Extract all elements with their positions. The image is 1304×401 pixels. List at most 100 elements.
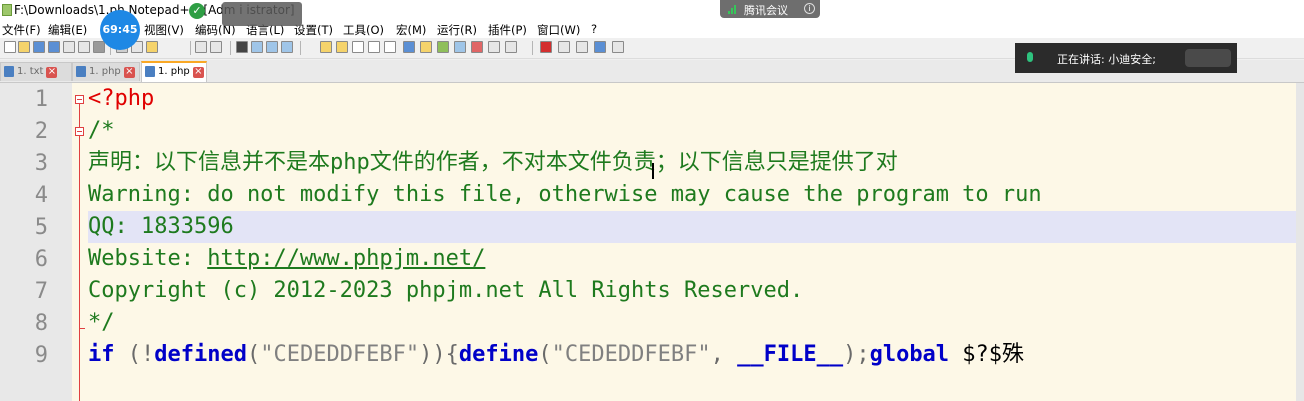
code-line-3: 声明：以下信息并不是本php文件的作者，不对本文件负责；以下信息只是提供了对 xyxy=(88,150,898,175)
fold-toggle-icon[interactable] xyxy=(75,95,84,104)
keyword-file-constant: __FILE__ xyxy=(737,342,844,367)
replace-icon[interactable] xyxy=(251,41,263,53)
code-line-9: if (!defined("CEDEDDFEBF")){define("CEDE… xyxy=(88,339,1024,371)
code-line-5: QQ: 1833596 xyxy=(88,214,234,239)
file-icon xyxy=(4,66,14,77)
word-wrap-icon[interactable] xyxy=(352,41,364,53)
toolbar-separator xyxy=(190,41,191,55)
line-number: 3 xyxy=(34,151,48,176)
check-icon: ✓ xyxy=(189,3,205,19)
record-icon[interactable] xyxy=(471,41,483,53)
print-icon[interactable] xyxy=(93,41,105,53)
keyword-define: define xyxy=(458,342,539,367)
code-line-6: Website: http://www.phpjm.net/ xyxy=(88,243,485,275)
code-editor[interactable]: 1 2 3 4 5 6 7 8 9 <?php /* 声明：以下信息并不是本ph… xyxy=(0,83,1304,401)
fold-toggle-icon[interactable] xyxy=(75,127,84,136)
tab-label: 1. php xyxy=(89,66,121,77)
vertical-scrollbar[interactable] xyxy=(1296,83,1304,401)
toolbar-separator xyxy=(300,41,301,55)
menu-view[interactable]: 视图(V) xyxy=(144,22,184,38)
macro-stop-icon[interactable] xyxy=(558,41,570,53)
zoom-out-icon[interactable] xyxy=(281,41,293,53)
paste-icon[interactable] xyxy=(146,41,158,53)
function-list-icon[interactable] xyxy=(420,41,432,53)
open-file-icon[interactable] xyxy=(18,41,30,53)
tab-php-1[interactable]: 1. php × xyxy=(72,62,140,81)
recording-timer: 69:45 xyxy=(100,10,140,50)
keyword-global: global xyxy=(869,342,950,367)
new-file-icon[interactable] xyxy=(4,41,16,53)
website-label: Website: xyxy=(88,246,208,271)
keyword-defined: defined xyxy=(154,342,247,367)
menu-plugins[interactable]: 插件(P) xyxy=(488,22,527,38)
menu-file[interactable]: 文件(F) xyxy=(2,22,41,38)
indent-guide-icon[interactable] xyxy=(384,41,396,53)
signal-icon xyxy=(728,5,738,14)
line-number: 6 xyxy=(34,247,48,272)
file-icon xyxy=(145,66,155,77)
menu-tools[interactable]: 工具(O) xyxy=(343,22,384,38)
menu-bar: 文件(F) 编辑(E) 视图(V) 编码(N) 语言(L) 设置(T) 工具(O… xyxy=(0,20,1304,38)
string-literal: "CEDEDDFEBF" xyxy=(260,342,420,367)
website-link[interactable]: http://www.phpjm.net/ xyxy=(207,246,485,271)
speaking-banner: 正在讲话: 小迪安全; xyxy=(1015,43,1237,73)
close-tab-icon[interactable]: × xyxy=(46,67,58,78)
folder-workspace-icon[interactable] xyxy=(437,41,449,53)
menu-edit[interactable]: 编辑(E) xyxy=(48,22,87,38)
close-all-icon[interactable] xyxy=(78,41,90,53)
meeting-status-pill[interactable]: 腾讯会议 i xyxy=(720,0,820,18)
fold-margin xyxy=(72,83,88,401)
tab-txt[interactable]: 1. txt × xyxy=(0,62,72,81)
string-literal: "CEDEDDFEBF" xyxy=(551,342,711,367)
find-icon[interactable] xyxy=(236,41,248,53)
menu-help[interactable]: ? xyxy=(591,22,597,36)
tab-label: 1. txt xyxy=(17,66,44,77)
fold-line xyxy=(79,136,80,328)
redo-icon[interactable] xyxy=(210,41,222,53)
monitoring-icon[interactable] xyxy=(454,41,466,53)
doc-switcher-icon[interactable] xyxy=(505,41,517,53)
close-tab-icon[interactable]: × xyxy=(192,67,204,78)
line-number: 4 xyxy=(34,183,48,208)
punctuation: )){ xyxy=(419,342,459,367)
menu-macro[interactable]: 宏(M) xyxy=(396,22,426,38)
sync-horizontal-icon[interactable] xyxy=(336,41,348,53)
macro-save-icon[interactable] xyxy=(612,41,624,53)
punctuation: , xyxy=(710,342,738,367)
menu-window[interactable]: 窗口(W) xyxy=(537,22,580,38)
tab-php-active[interactable]: 1. php × xyxy=(141,61,207,82)
line-number: 5 xyxy=(34,215,48,240)
keyword-if: if xyxy=(88,342,115,367)
tab-label: 1. php xyxy=(158,66,190,77)
microphone-icon xyxy=(1027,52,1033,62)
line-number-gutter: 1 2 3 4 5 6 7 8 9 xyxy=(0,83,72,401)
code-line-8: */ xyxy=(88,310,115,335)
show-all-chars-icon[interactable] xyxy=(368,41,380,53)
line-number: 1 xyxy=(34,87,48,112)
macro-record-icon[interactable] xyxy=(540,41,552,53)
macro-run-multiple-icon[interactable] xyxy=(594,41,606,53)
zoom-in-icon[interactable] xyxy=(266,41,278,53)
fold-line xyxy=(79,328,80,401)
undo-icon[interactable] xyxy=(195,41,207,53)
variable-token: $?$殊 xyxy=(949,342,1025,367)
close-icon[interactable] xyxy=(63,41,75,53)
menu-run[interactable]: 运行(R) xyxy=(437,22,477,38)
avatar xyxy=(1185,49,1231,67)
eye-icon[interactable] xyxy=(488,41,500,53)
sync-vertical-icon[interactable] xyxy=(320,41,332,53)
close-tab-icon[interactable]: × xyxy=(123,67,135,78)
macro-play-icon[interactable] xyxy=(576,41,588,53)
toolbar-separator xyxy=(230,41,231,55)
code-line-7: Copyright (c) 2012-2023 phpjm.net All Ri… xyxy=(88,278,804,303)
punctuation: ( xyxy=(538,342,552,367)
document-map-icon[interactable] xyxy=(403,41,415,53)
save-icon[interactable] xyxy=(33,41,45,53)
line-number: 7 xyxy=(34,279,48,304)
info-icon[interactable]: i xyxy=(804,3,815,14)
punctuation: ( xyxy=(246,342,261,367)
file-icon xyxy=(76,66,86,77)
line-number: 2 xyxy=(34,119,48,144)
code-line-1: <?php xyxy=(88,86,155,111)
save-all-icon[interactable] xyxy=(48,41,60,53)
